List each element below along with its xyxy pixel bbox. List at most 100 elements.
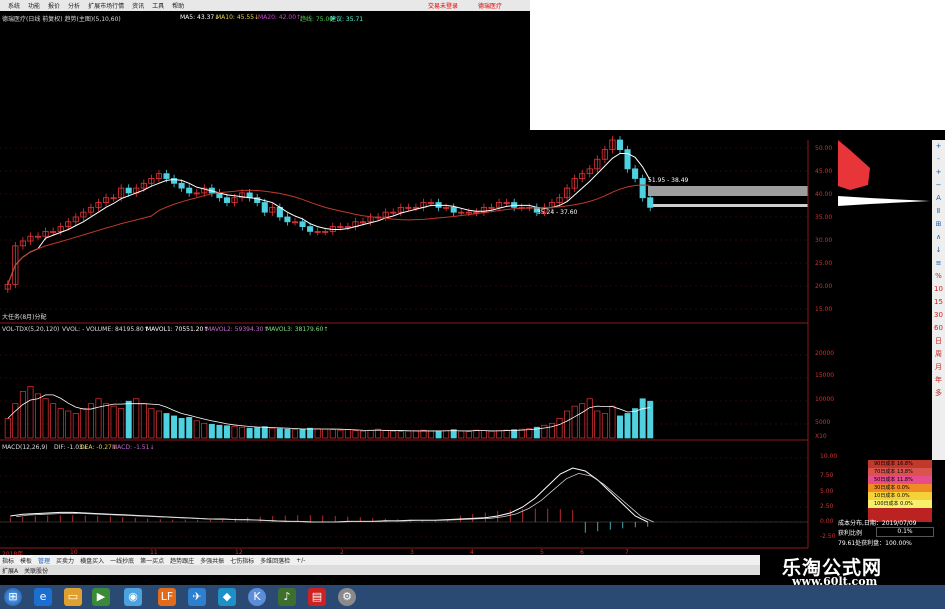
- folder-icon[interactable]: ▭: [64, 588, 82, 606]
- macd-axis-5: 5.00: [820, 488, 834, 495]
- candle: [125, 187, 132, 194]
- volume-bar: [329, 429, 336, 439]
- price-axis-30: 30.00: [815, 237, 833, 244]
- volume-bar: [284, 428, 291, 439]
- toolbar-button[interactable]: %: [932, 270, 945, 283]
- cost-distribution-legend: 90日成本 16.8% 70日成本 13.8% 50日成本 11.8% 30日成…: [868, 460, 932, 522]
- volume-bar: [594, 410, 601, 439]
- cost-row: 30日成本 0.0%: [868, 484, 932, 492]
- tab-template[interactable]: 模板: [20, 555, 33, 565]
- toolbar-button[interactable]: A: [932, 192, 945, 205]
- start-button-icon[interactable]: ⊞: [4, 588, 22, 606]
- volume-bar: [193, 420, 200, 439]
- cost-row: 50日成本 11.8%: [868, 476, 932, 484]
- browser-360-icon[interactable]: ◉: [124, 588, 142, 606]
- tab-extend-a[interactable]: 扩展A: [2, 566, 18, 575]
- toolbar-button[interactable]: +: [932, 140, 945, 153]
- tools-app-icon[interactable]: ⚙: [338, 588, 356, 606]
- tab-bottom-fishing[interactable]: 一线抄底: [110, 556, 134, 565]
- tab-sideways-buy[interactable]: 横盘买入: [80, 556, 104, 565]
- toolbar-button[interactable]: 多: [932, 387, 945, 400]
- toolbar-button[interactable]: ⊞: [932, 218, 945, 231]
- volume-bar: [367, 429, 374, 439]
- toolbar-button[interactable]: ≡: [932, 257, 945, 270]
- tab-seven-injury[interactable]: 七伤指标: [230, 556, 254, 565]
- volume-bar: [65, 410, 72, 439]
- toolbar-button[interactable]: Ⅱ: [932, 205, 945, 218]
- toolbar-button[interactable]: 60: [932, 322, 945, 335]
- volume-bar: [103, 403, 110, 439]
- toolbar-button[interactable]: +: [932, 166, 945, 179]
- toolbar-button[interactable]: 日: [932, 335, 945, 348]
- volume-bar: [556, 418, 563, 439]
- toolbar-button[interactable]: 月: [932, 361, 945, 374]
- app-lf-icon[interactable]: LF: [158, 588, 176, 606]
- toolbar-button[interactable]: 15: [932, 296, 945, 309]
- indicator-tab-bar: 指标 模板 管理 买卖力 横盘买入 一线抄底 第一买点 趋势跟庄 多强共振 七伤…: [0, 555, 760, 575]
- volume-bar: [178, 418, 185, 439]
- low-range-label: 35.24 - 37.60: [537, 209, 578, 216]
- arrow-app-icon[interactable]: ✈: [188, 588, 206, 606]
- tab-multi-dim[interactable]: 多维回落检: [260, 556, 290, 565]
- volume-bar: [480, 430, 487, 439]
- chat-app-icon[interactable]: ◆: [218, 588, 236, 606]
- volume-bar: [148, 408, 155, 439]
- volume-bar: [216, 424, 223, 439]
- k-app-icon[interactable]: K: [248, 588, 266, 606]
- toolbar-button[interactable]: ∧: [932, 231, 945, 244]
- volume-bar: [586, 398, 593, 439]
- volume-bar: [140, 403, 147, 439]
- toolbar-button[interactable]: -: [932, 153, 945, 166]
- right-toolbar: + - + − A Ⅱ ⊞ ∧ ↓ ≡% 10 15 30 60 日周月年多: [932, 140, 945, 460]
- chart-canvas[interactable]: [0, 0, 945, 609]
- music-app-icon[interactable]: ♪: [278, 588, 296, 606]
- candle: [632, 168, 639, 179]
- toolbar-button[interactable]: 30: [932, 309, 945, 322]
- volume-bar: [27, 386, 34, 439]
- volume-bar: [473, 429, 480, 439]
- cost-row: 10日成本 0.0%: [868, 492, 932, 500]
- volume-bar: [201, 422, 208, 439]
- macd-axis-0: 0.00: [820, 518, 834, 525]
- toolbar-button[interactable]: −: [932, 179, 945, 192]
- cost-row: 70日成本 13.8%: [868, 468, 932, 476]
- volume-bar: [42, 398, 49, 439]
- tab-related-stocks[interactable]: 关联股份: [24, 566, 48, 575]
- tab-buy-sell[interactable]: 买卖力: [56, 556, 74, 565]
- toolbar-button[interactable]: ↓: [932, 244, 945, 257]
- volume-bar: [624, 413, 631, 439]
- macd-axis-10: 10.00: [820, 453, 838, 460]
- volume-bar: [110, 405, 117, 439]
- tab-indicator[interactable]: 指标: [2, 556, 14, 565]
- vol-axis-5000: 5000: [815, 419, 831, 426]
- toolbar-button[interactable]: 10: [932, 283, 945, 296]
- high-range-label: 51.95 - 38.49: [648, 177, 689, 184]
- profit-avg-label: 79.61处获利盘：100.00%: [838, 540, 912, 547]
- volume-bar: [579, 403, 586, 439]
- tab-resonance[interactable]: 多强共振: [200, 556, 224, 565]
- chip-band: [648, 186, 808, 196]
- tab-more[interactable]: +/-: [296, 557, 305, 564]
- price-axis-25: 25.00: [815, 260, 833, 267]
- volume-bar: [443, 430, 450, 439]
- candle: [639, 178, 646, 199]
- volume-bar: [261, 426, 268, 439]
- price-axis-35: 35.00: [815, 214, 833, 221]
- toolbar-button[interactable]: 年: [932, 374, 945, 387]
- profit-ratio-label: 获利比例: [838, 530, 863, 537]
- volume-bar: [639, 398, 646, 439]
- toolbar-button[interactable]: 周: [932, 348, 945, 361]
- tab-trend-follow[interactable]: 趋势跟庄: [170, 556, 194, 565]
- ie-browser-icon[interactable]: e: [34, 588, 52, 606]
- stock-app-icon[interactable]: ▤: [308, 588, 326, 606]
- media-icon[interactable]: ▶: [92, 588, 110, 606]
- volume-bar: [133, 398, 140, 439]
- candle: [624, 149, 631, 170]
- tab-manage[interactable]: 管理: [38, 556, 50, 565]
- vol-axis-15000: 15000: [815, 372, 835, 379]
- macd-value: MACD: -1.51↓: [112, 444, 155, 451]
- candle: [450, 206, 457, 213]
- mavol2-value: MAVOL2: 59394.30↑: [206, 326, 269, 333]
- tab-first-buy[interactable]: 第一买点: [140, 556, 164, 565]
- volume-bar: [80, 408, 87, 439]
